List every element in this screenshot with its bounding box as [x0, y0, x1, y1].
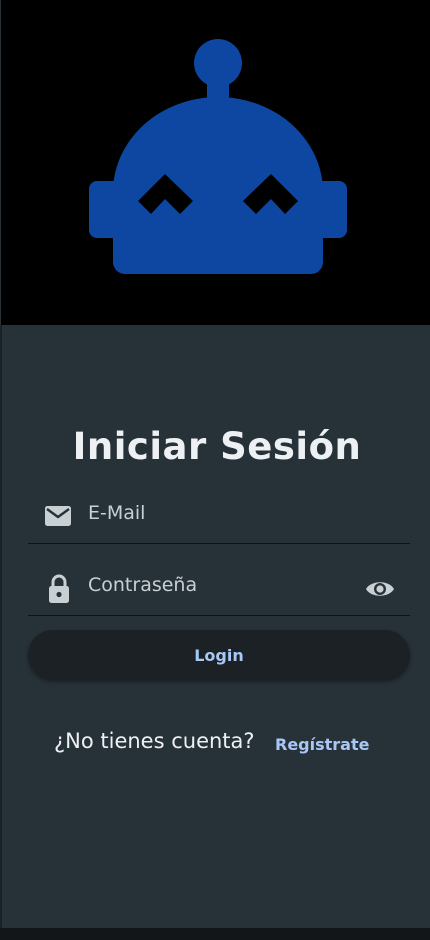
signup-prompt: ¿No tienes cuenta? Regístrate — [2, 725, 430, 765]
login-screen: Iniciar Sesión Login ¿No tienes c — [0, 0, 430, 940]
signup-link[interactable]: Regístrate — [275, 735, 369, 754]
login-panel: Iniciar Sesión Login ¿No tienes c — [0, 325, 430, 928]
page-title: Iniciar Sesión — [72, 425, 362, 468]
eye-icon[interactable] — [364, 574, 396, 604]
email-field — [28, 486, 410, 544]
signup-question: ¿No tienes cuenta? — [54, 729, 255, 753]
robot-head-icon — [89, 39, 347, 274]
login-button[interactable]: Login — [28, 630, 410, 680]
email-input[interactable] — [88, 496, 358, 530]
password-field — [28, 558, 410, 616]
header — [0, 0, 430, 325]
mail-icon — [45, 506, 71, 526]
lock-icon — [49, 574, 69, 603]
password-input[interactable] — [88, 568, 358, 602]
bottom-bar — [0, 928, 430, 940]
